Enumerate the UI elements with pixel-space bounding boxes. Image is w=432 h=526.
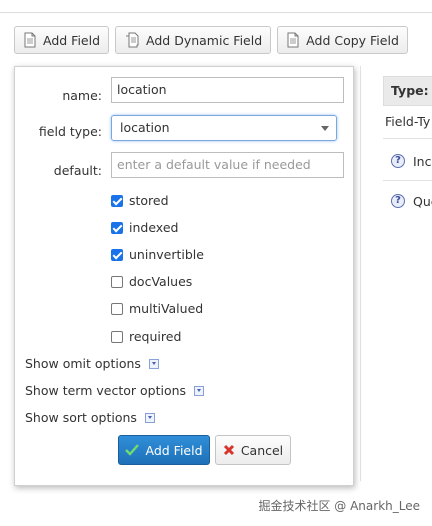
required-label: required xyxy=(129,329,182,344)
checkbox-unchecked-icon[interactable] xyxy=(111,302,123,315)
stored-label: stored xyxy=(129,193,169,208)
show-omit-options-toggle[interactable]: Show omit options xyxy=(25,356,159,371)
add-dynamic-field-label: Add Dynamic Field xyxy=(146,32,263,48)
uninvertible-checkbox[interactable]: uninvertible xyxy=(111,247,204,262)
toolbar: Add Field Add Dynamic Field Add Copy Fie… xyxy=(14,26,408,54)
add-field-submit-button[interactable]: Add Field xyxy=(118,435,210,465)
indexed-checkbox[interactable]: indexed xyxy=(111,220,178,235)
multivalued-checkbox[interactable]: multiValued xyxy=(111,301,203,316)
show-omit-options-label: Show omit options xyxy=(25,356,141,371)
field-type-select[interactable]: location xyxy=(111,115,337,141)
show-sort-options-toggle[interactable]: Show sort options xyxy=(25,410,155,425)
default-input[interactable]: enter a default value if needed xyxy=(111,152,344,178)
top-divider xyxy=(0,12,432,13)
checkbox-unchecked-icon[interactable] xyxy=(111,275,123,288)
add-copy-field-label: Add Copy Field xyxy=(306,32,399,48)
multivalued-label: multiValued xyxy=(129,301,204,316)
stored-checkbox[interactable]: stored xyxy=(111,193,169,208)
add-field-submit-label: Add Field xyxy=(145,442,203,458)
document-icon xyxy=(24,32,36,48)
docvalues-label: docValues xyxy=(129,274,193,289)
checkbox-checked-icon[interactable] xyxy=(111,194,123,207)
copy-document-icon xyxy=(126,32,139,48)
watermark: 掘金技术社区 @ Anarkh_Lee xyxy=(258,499,420,513)
type-header: Type: xyxy=(383,76,432,106)
add-dynamic-field-button[interactable]: Add Dynamic Field xyxy=(115,26,272,54)
field-type-value: location xyxy=(120,120,170,135)
chevron-down-icon xyxy=(321,126,329,131)
cancel-label: Cancel xyxy=(240,442,284,458)
show-term-vector-options-toggle[interactable]: Show term vector options xyxy=(25,383,205,398)
help-icon[interactable]: ? xyxy=(391,154,405,168)
add-field-dialog: name: location field type: location defa… xyxy=(14,66,354,486)
panel-divider xyxy=(383,180,432,181)
field-type-label: field type: xyxy=(38,124,102,139)
show-sort-options-label: Show sort options xyxy=(25,410,137,425)
add-field-toolbar-button[interactable]: Add Field xyxy=(14,26,110,54)
help-icon[interactable]: ? xyxy=(391,194,405,208)
panel-row-included: Inc xyxy=(413,154,432,169)
add-field-toolbar-label: Add Field xyxy=(43,32,101,48)
checkmark-icon xyxy=(125,444,140,456)
cancel-button[interactable]: Cancel xyxy=(215,435,291,465)
expand-icon[interactable] xyxy=(148,358,159,369)
panel-row-query: Que xyxy=(413,194,432,209)
docvalues-checkbox[interactable]: docValues xyxy=(111,274,192,289)
checkbox-checked-icon[interactable] xyxy=(111,248,123,261)
expand-icon[interactable] xyxy=(194,385,205,396)
default-label: default: xyxy=(53,163,102,178)
panel-divider xyxy=(383,138,432,139)
required-checkbox[interactable]: required xyxy=(111,329,181,344)
checkbox-unchecked-icon[interactable] xyxy=(111,330,123,343)
document-icon xyxy=(287,32,299,48)
indexed-label: indexed xyxy=(129,220,179,235)
close-icon xyxy=(223,444,234,456)
show-term-vector-label: Show term vector options xyxy=(25,383,187,398)
name-label: name: xyxy=(62,88,102,103)
checkbox-checked-icon[interactable] xyxy=(111,221,123,234)
name-input[interactable]: location xyxy=(111,77,344,103)
add-copy-field-button[interactable]: Add Copy Field xyxy=(277,26,408,54)
field-type-heading: Field-Ty xyxy=(385,114,431,129)
uninvertible-label: uninvertible xyxy=(129,247,204,262)
expand-icon[interactable] xyxy=(144,412,155,423)
